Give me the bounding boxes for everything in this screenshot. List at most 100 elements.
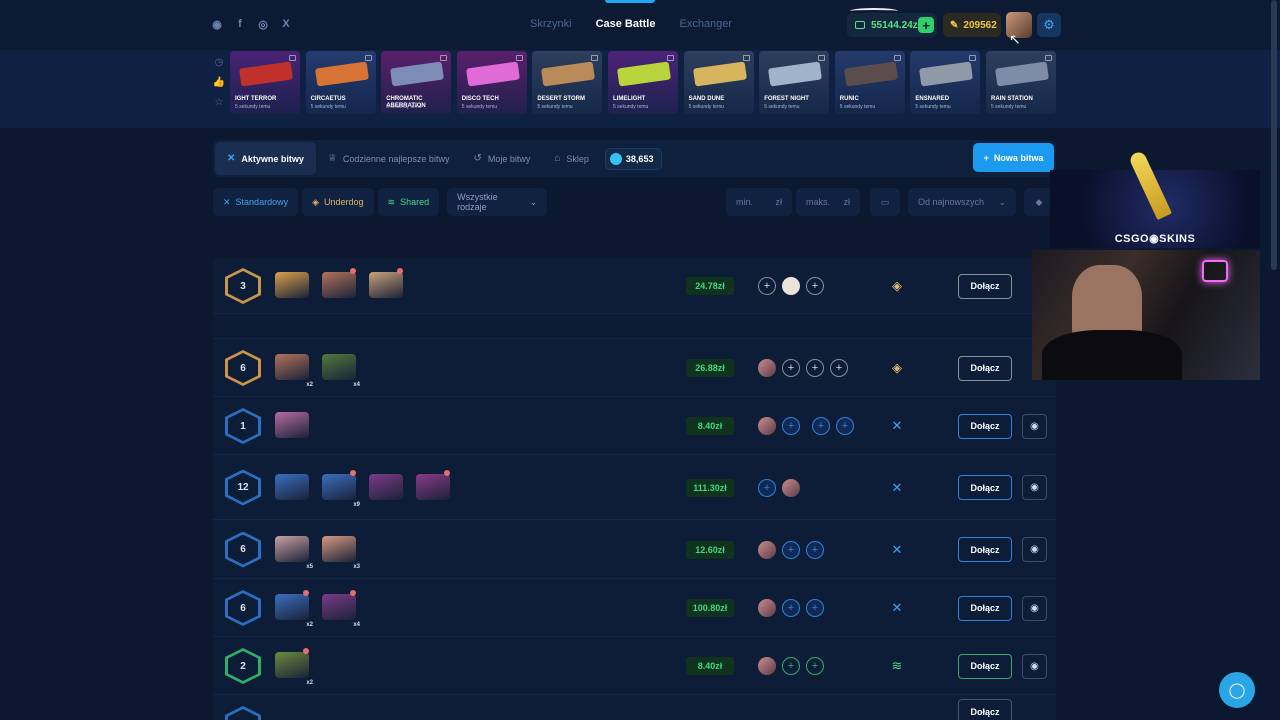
tab-daily-best[interactable]: ♕ Codzienne najlepsze bitwy — [316, 142, 462, 175]
battle-row: 1 8.40zł + + + ✕ Dołącz ◉ — [213, 397, 1056, 455]
view-battle-button[interactable]: ◉ — [1022, 595, 1047, 621]
drop-card[interactable]: LIMELIGHT 5 sekundy temu — [608, 51, 678, 114]
case-tag-icon — [440, 55, 448, 61]
case-multiplier: x2 — [306, 382, 313, 388]
filter-shared[interactable]: ≋ Shared — [377, 188, 440, 216]
join-slot-button[interactable]: + — [758, 277, 776, 295]
points-display[interactable]: ✎ 209562 — [943, 13, 1001, 37]
tab-active-battles[interactable]: ✕ Aktywne bitwy — [215, 142, 316, 175]
instagram-icon[interactable]: ◎ — [256, 17, 270, 31]
join-slot-button[interactable]: + — [806, 540, 824, 559]
facebook-icon[interactable]: f — [233, 17, 247, 31]
eye-icon: ◉ — [1030, 482, 1039, 493]
discord-icon[interactable]: ◉ — [210, 17, 224, 31]
rounds-count: 6 — [240, 602, 246, 614]
join-slot-button[interactable]: + — [782, 417, 800, 435]
swords-icon: ✕ — [223, 196, 231, 207]
weapon-image — [390, 61, 445, 87]
join-slot-button[interactable]: + — [782, 359, 800, 377]
join-slot-button[interactable]: + — [812, 417, 830, 435]
live-drops-list: IGHT TERROR 5 sekundy temu CIRCAETUS 5 seku… — [230, 51, 1062, 115]
join-slot-button[interactable]: + — [836, 417, 854, 435]
drop-time: 5 sekundy temu — [310, 104, 346, 110]
join-slot-button[interactable]: + — [782, 657, 800, 675]
balance-display[interactable]: 55144.24zł + — [847, 13, 937, 37]
rounds-count: 6 — [240, 362, 246, 374]
case-tag-icon — [591, 55, 599, 61]
sort-select[interactable]: Od najnowszych ⌄ — [908, 188, 1016, 216]
settings-button[interactable]: ⚙ — [1037, 13, 1061, 37]
drop-card[interactable]: RAIN STATION 5 sekundy temu — [986, 51, 1056, 114]
rounds-badge: 6 — [225, 590, 261, 626]
join-slot-button[interactable]: + — [758, 478, 776, 497]
thumbs-up-icon[interactable]: 👍 — [213, 76, 225, 88]
join-battle-button[interactable]: Dołącz — [958, 699, 1012, 720]
knife-graphic — [1127, 149, 1173, 221]
live-drops-strip: IGHT TERROR 5 sekundy temu CIRCAETUS 5 seku… — [0, 50, 1280, 128]
nav-case-battle[interactable]: Case Battle — [596, 18, 656, 30]
nav-exchanger[interactable]: Exchanger — [679, 18, 732, 30]
join-slot-button[interactable]: + — [806, 359, 824, 377]
join-slot-button[interactable]: + — [806, 277, 824, 295]
streamer-body — [1042, 330, 1182, 380]
case-multiplier: x2 — [306, 622, 313, 628]
player-slots: + + + — [758, 417, 854, 435]
rounds-badge: 12 — [225, 469, 261, 506]
drop-card[interactable]: DISCO TECH 5 sekundy temu — [456, 51, 527, 114]
drop-card[interactable]: SAND DUNE 5 sekundy temu — [683, 51, 754, 114]
join-battle-button[interactable]: Dołącz — [958, 537, 1012, 562]
min-price-input[interactable]: min. zł — [726, 188, 792, 216]
filter-standard[interactable]: ✕ Standardowy — [213, 188, 299, 216]
star-icon[interactable]: ☆ — [213, 96, 225, 108]
balance-amount: 55144.24zł — [871, 19, 921, 31]
drop-card[interactable]: RUNIC 5 sekundy temu — [834, 51, 905, 114]
new-battle-label: Nowa bitwa — [993, 152, 1044, 163]
tab-my-battles[interactable]: ↺ Moje bitwy — [461, 142, 542, 175]
filter-underdog[interactable]: ◈ Underdog — [302, 188, 374, 216]
max-price-input[interactable]: maks. zł — [796, 188, 860, 216]
battle-row: 12 x9 111.30zł + ✕ Dołącz ◉ — [213, 455, 1056, 520]
drop-card[interactable]: IGHT TERROR 5 sekundy temu — [230, 51, 300, 114]
join-battle-button[interactable]: Dołącz — [958, 413, 1012, 439]
join-battle-button[interactable]: Dołącz — [958, 475, 1012, 500]
join-battle-button[interactable]: Dołącz — [958, 653, 1012, 679]
chat-support-button[interactable]: ◯ — [1219, 672, 1255, 708]
drop-card[interactable]: FOREST NIGHT 5 sekundy temu — [759, 51, 830, 114]
drop-time: 5 sekundy temu — [613, 104, 649, 110]
x-icon[interactable]: X — [279, 17, 293, 31]
drop-card[interactable]: DESERT STORM 5 sekundy temu — [532, 51, 603, 114]
drop-time: 5 sekundy temu — [688, 104, 724, 110]
drop-card[interactable]: ENSNARED 5 sekundy temu — [910, 51, 981, 114]
join-slot-button[interactable]: + — [782, 540, 800, 559]
view-battle-button[interactable]: ◉ — [1022, 653, 1047, 679]
deposit-button[interactable]: + — [918, 17, 934, 33]
webcam-feed — [1032, 250, 1260, 380]
currency-label: zł — [843, 197, 851, 207]
join-battle-button[interactable]: Dołącz — [958, 355, 1012, 381]
view-battle-button[interactable]: ◉ — [1022, 413, 1047, 439]
drop-card[interactable]: CHROMATIC ABERRATION 5 sekundy temu — [381, 51, 452, 114]
nav-cases[interactable]: Skrzynki — [530, 18, 572, 30]
clock-icon[interactable]: ◷ — [213, 56, 225, 68]
view-battle-button[interactable]: ◉ — [1022, 537, 1047, 562]
new-battle-button[interactable]: + Nowa bitwa — [973, 143, 1054, 172]
case-tag-icon — [742, 55, 750, 61]
calendar-button[interactable]: ▭ — [870, 188, 900, 216]
join-slot-button[interactable]: + — [806, 657, 824, 675]
drop-name: RAIN STATION — [991, 96, 1033, 102]
view-battle-button[interactable]: ◉ — [1022, 475, 1047, 500]
drop-card[interactable]: CIRCAETUS 5 sekundy temu — [305, 51, 376, 114]
join-battle-button[interactable]: Dołącz — [958, 273, 1012, 299]
page-scrollbar[interactable] — [1271, 0, 1277, 270]
case-multiplier: x5 — [306, 563, 313, 570]
player-avatar — [782, 478, 800, 497]
join-battle-button[interactable]: Dołącz — [958, 595, 1012, 621]
tab-shop[interactable]: ⌂ Sklep — [542, 142, 601, 175]
coins-badge[interactable]: 38,653 — [604, 147, 663, 170]
filter-kinds-select[interactable]: Wszystkie rodzaje ⌄ — [447, 188, 548, 216]
join-slot-button[interactable]: + — [806, 599, 824, 617]
join-slot-button[interactable]: + — [830, 359, 848, 377]
player-slots: + + + — [758, 359, 848, 377]
plus-icon: + — [983, 152, 989, 163]
join-slot-button[interactable]: + — [782, 599, 800, 617]
